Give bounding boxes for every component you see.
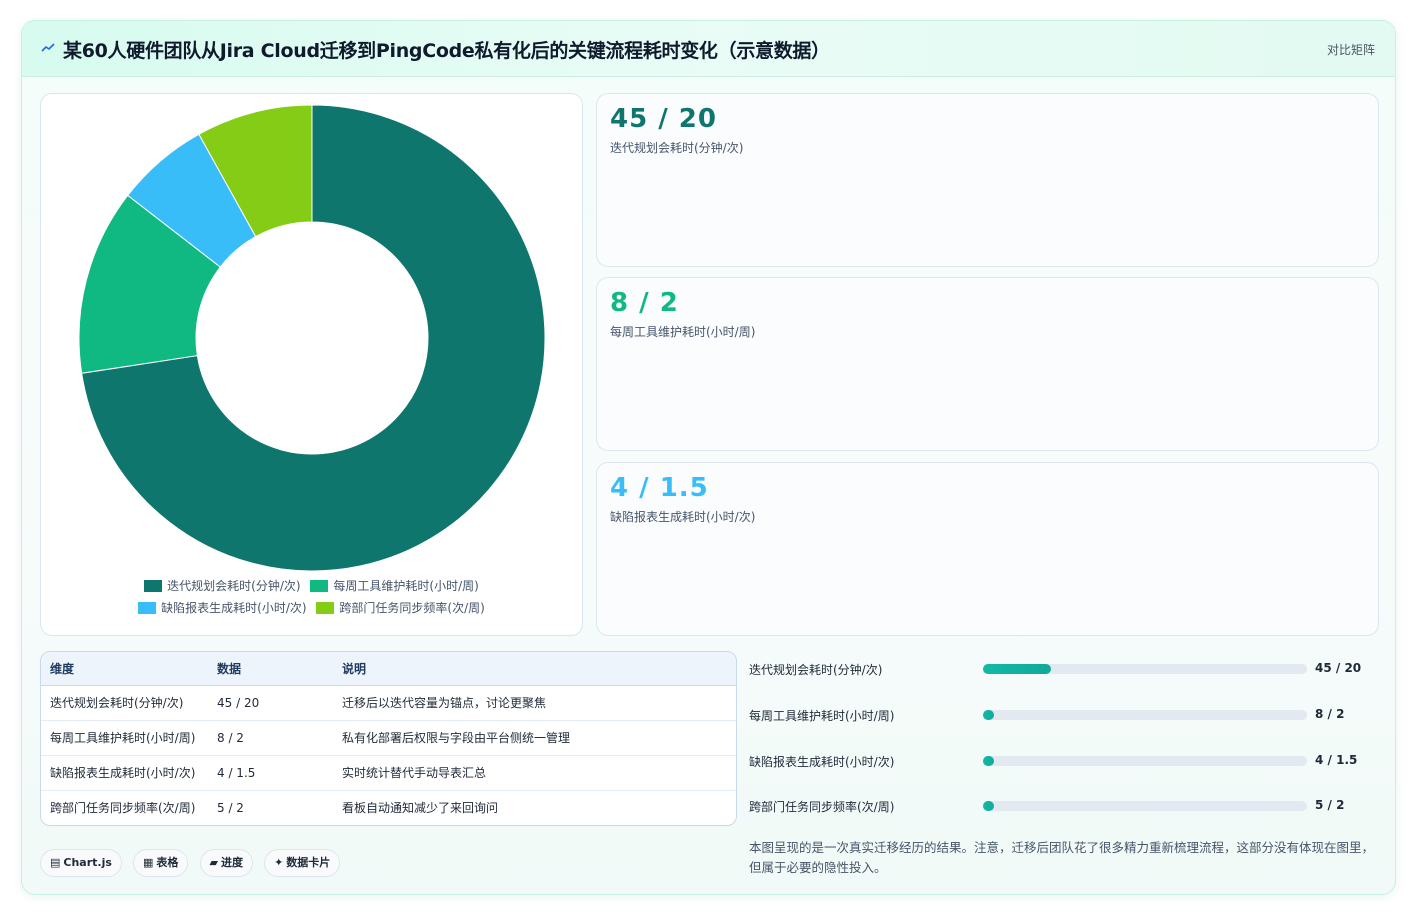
progress-track (983, 664, 1307, 674)
sparkle-icon: ✦ (274, 856, 284, 869)
progress-label: 迭代规划会耗时(分钟/次) (749, 663, 883, 677)
legend-item[interactable]: 跨部门任务同步频率(次/周) (316, 599, 485, 616)
tech-chips: ▤ Chart.js ▦ 表格 ▰ 进度 ✦ 数据卡片 (40, 849, 346, 877)
column-header: 说明 (333, 652, 736, 686)
progress-row: 跨部门任务同步频率(次/周) 5 / 2 (749, 796, 1369, 816)
table-row: 每周工具维护耗时(小时/周) 8 / 2 私有化部署后权限与字段由平台侧统一管理 (41, 720, 736, 756)
legend-item[interactable]: 每周工具维护耗时(小时/周) (310, 577, 479, 594)
table-icon: ▦ (143, 856, 154, 869)
chip-chartjs[interactable]: ▤ Chart.js (40, 849, 122, 877)
stat-label: 每周工具维护耗时(小时/周) (610, 325, 756, 339)
table-cell: 8 / 2 (208, 720, 333, 756)
page-title: 某60人硬件团队从Jira Cloud迁移到PingCode私有化后的关键流程耗… (63, 40, 830, 62)
table-cell: 4 / 1.5 (208, 755, 333, 791)
chip-label: 表格 (156, 856, 179, 869)
stat-card-defect-report: 4 / 1.5 缺陷报表生成耗时(小时/次) (596, 462, 1379, 636)
progress-label: 每周工具维护耗时(小时/周) (749, 709, 895, 723)
legend-label: 缺陷报表生成耗时(小时/次) (161, 601, 307, 615)
table-cell: 缺陷报表生成耗时(小时/次) (41, 755, 208, 791)
progress-label: 跨部门任务同步频率(次/周) (749, 800, 895, 814)
progress-value: 5 / 2 (1315, 798, 1345, 812)
stat-value: 8 / 2 (610, 288, 679, 318)
table-cell: 45 / 20 (208, 685, 333, 721)
table-cell: 实时统计替代手动导表汇总 (333, 755, 736, 791)
progress-value: 8 / 2 (1315, 707, 1345, 721)
table-cell: 跨部门任务同步频率(次/周) (50, 801, 196, 816)
progress-fill (983, 710, 994, 720)
donut-chart (78, 104, 546, 572)
table-cell: 迭代规划会耗时(分钟/次) (41, 685, 208, 721)
legend-label: 每周工具维护耗时(小时/周) (333, 579, 479, 593)
table-cell: 5 / 2 (217, 800, 244, 815)
table-row: 缺陷报表生成耗时(小时/次) 4 / 1.5 实时统计替代手动导表汇总 (41, 755, 736, 791)
legend-swatch (144, 580, 163, 592)
chip-progress[interactable]: ▰ 进度 (199, 849, 253, 877)
legend-swatch (138, 602, 157, 614)
progress-row: 缺陷报表生成耗时(小时/次) 4 / 1.5 (749, 751, 1369, 771)
table-cell: 迁移后以迭代容量为锚点，讨论更聚焦 (333, 685, 736, 721)
footnote: 本图呈现的是一次真实迁移经历的结果。注意，迁移后团队花了很多精力重新梳理流程，这… (749, 840, 1375, 875)
stat-label: 缺陷报表生成耗时(小时/次) (610, 510, 756, 524)
progress-fill (983, 801, 994, 811)
legend-swatch (316, 602, 335, 614)
trend-line-icon (41, 43, 55, 52)
legend-swatch (310, 580, 329, 592)
comparison-table-panel: 维度 数据 说明 迭代规划会耗时(分钟/次) 45 / 20 迁移后以迭代容量为… (40, 651, 737, 826)
chip-label: 进度 (220, 856, 243, 869)
legend-item[interactable]: 迭代规划会耗时(分钟/次) (144, 577, 301, 594)
table-cell: 私有化部署后权限与字段由平台侧统一管理 (333, 720, 736, 756)
progress-value: 45 / 20 (1315, 661, 1362, 675)
progress-row: 迭代规划会耗时(分钟/次) 45 / 20 (749, 659, 1369, 679)
chart-legend: 迭代规划会耗时(分钟/次) 每周工具维护耗时(小时/周) (41, 577, 582, 594)
stat-card-maintenance: 8 / 2 每周工具维护耗时(小时/周) (596, 277, 1379, 451)
stat-value: 4 / 1.5 (610, 473, 709, 503)
view-badge[interactable]: 对比矩阵 (1327, 41, 1375, 58)
progress-icon: ▰ (209, 856, 218, 869)
table-cell: 每周工具维护耗时(小时/周) (41, 720, 208, 756)
legend-item[interactable]: 缺陷报表生成耗时(小时/次) (138, 599, 307, 616)
chart-legend-row-2: 缺陷报表生成耗时(小时/次) 跨部门任务同步频率(次/周) (41, 599, 582, 616)
stat-value: 45 / 20 (610, 104, 717, 134)
table-header-row: 维度 数据 说明 (41, 652, 736, 686)
progress-value: 4 / 1.5 (1315, 753, 1358, 767)
progress-label: 缺陷报表生成耗时(小时/次) (749, 755, 895, 769)
progress-fill (983, 664, 1052, 674)
legend-label: 迭代规划会耗时(分钟/次) (167, 579, 301, 593)
donut-chart-panel: 迭代规划会耗时(分钟/次) 每周工具维护耗时(小时/周) 缺陷报表生成耗时(小时… (40, 93, 583, 636)
progress-fill (983, 756, 994, 766)
progress-track (983, 756, 1307, 766)
legend-label: 跨部门任务同步频率(次/周) (339, 601, 485, 615)
progress-row: 每周工具维护耗时(小时/周) 8 / 2 (749, 705, 1369, 725)
comparison-table: 维度 数据 说明 迭代规划会耗时(分钟/次) 45 / 20 迁移后以迭代容量为… (41, 652, 736, 825)
dashboard-card: 某60人硬件团队从Jira Cloud迁移到PingCode私有化后的关键流程耗… (21, 20, 1396, 895)
chip-label: 数据卡片 (286, 856, 331, 869)
chip-label: Chart.js (63, 856, 112, 869)
chart-icon: ▤ (50, 856, 61, 869)
chip-table[interactable]: ▦ 表格 (133, 849, 189, 877)
table-cell: 看板自动通知减少了来回询问 (342, 801, 499, 816)
column-header: 数据 (208, 652, 333, 686)
progress-track (983, 801, 1307, 811)
table-row: 迭代规划会耗时(分钟/次) 45 / 20 迁移后以迭代容量为锚点，讨论更聚焦 (41, 685, 736, 721)
progress-track (983, 710, 1307, 720)
table-row: 跨部门任务同步频率(次/周) 5 / 2 看板自动通知减少了来回询问 (41, 790, 736, 825)
stat-card-planning: 45 / 20 迭代规划会耗时(分钟/次) (596, 93, 1379, 267)
column-header: 维度 (41, 652, 208, 686)
chip-data-cards[interactable]: ✦ 数据卡片 (264, 849, 341, 877)
header: 某60人硬件团队从Jira Cloud迁移到PingCode私有化后的关键流程耗… (22, 21, 1395, 77)
stat-label: 迭代规划会耗时(分钟/次) (610, 141, 744, 155)
